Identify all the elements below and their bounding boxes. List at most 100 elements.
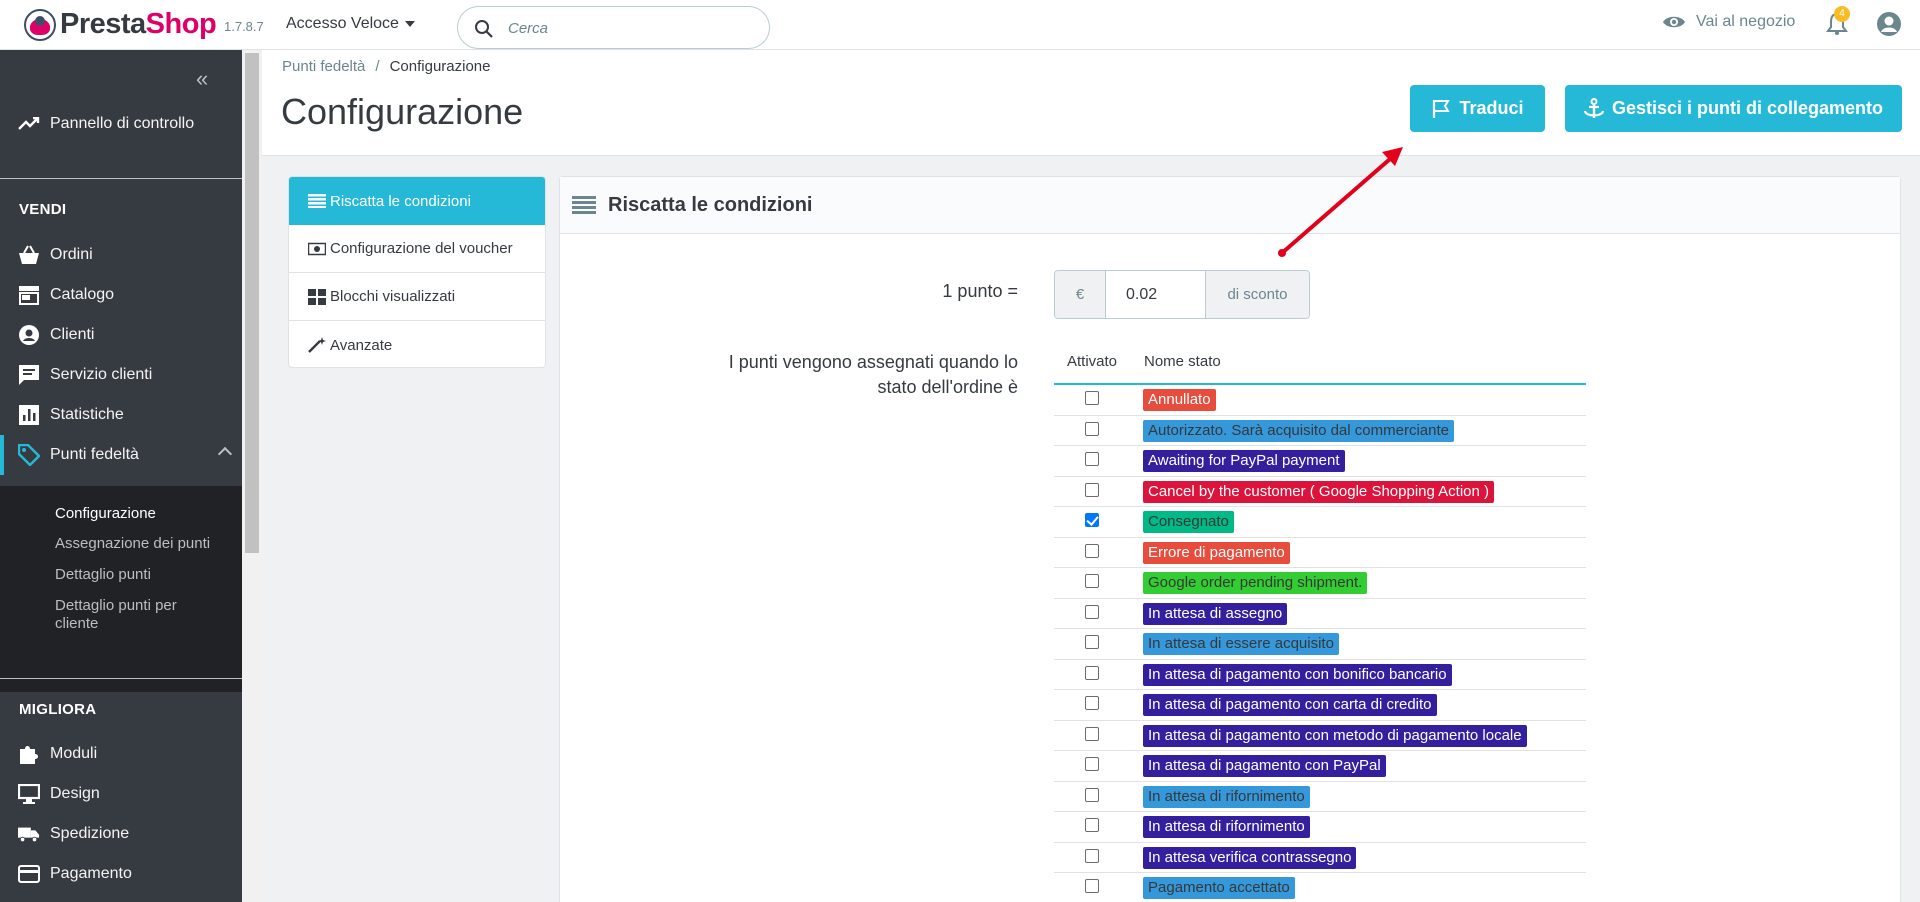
divider [0, 178, 242, 179]
translate-button[interactable]: Traduci [1410, 85, 1545, 132]
table-row: Google order pending shipment. [1054, 568, 1586, 599]
chevron-up-icon [217, 446, 233, 462]
status-checkbox[interactable] [1085, 879, 1099, 893]
breadcrumb-separator: / [375, 58, 380, 75]
config-tabs: Riscatta le condizioni Configurazione de… [288, 176, 546, 368]
notification-badge: 4 [1834, 6, 1850, 22]
sidebar-item-dashboard[interactable]: Pannello di controllo [0, 104, 242, 144]
collapse-sidebar-icon[interactable]: « [196, 66, 208, 92]
currency-addon: € [1055, 271, 1105, 318]
sidebar-item-customer-service[interactable]: Servizio clienti [0, 355, 242, 395]
view-shop-label: Vai al negozio [1696, 13, 1796, 30]
status-badge: In attesa di pagamento con bonifico banc… [1143, 663, 1452, 686]
sidebar-item-shipping[interactable]: Spedizione [0, 814, 242, 854]
breadcrumb: Punti fedeltà / Configurazione [282, 58, 490, 75]
status-badge: In attesa di pagamento con metodo di pag… [1143, 724, 1527, 747]
puffin-logo-icon [24, 8, 56, 41]
view-shop-link[interactable]: Vai al negozio [1662, 13, 1795, 31]
account-circle-icon [18, 324, 40, 346]
prestashop-logo[interactable]: PrestaShop [24, 8, 217, 41]
breadcrumb-parent[interactable]: Punti fedeltà [282, 58, 365, 75]
tab-redeem-conditions[interactable]: Riscatta le condizioni [289, 177, 545, 225]
status-badge: In attesa di rifornimento [1143, 816, 1310, 838]
sidebar-item-statistics[interactable]: Statistiche [0, 395, 242, 435]
table-row: In attesa di rifornimento [1054, 782, 1586, 812]
store-icon [18, 284, 40, 306]
status-checkbox[interactable] [1085, 787, 1099, 802]
status-checkbox[interactable] [1085, 635, 1099, 649]
status-badge: In attesa di rifornimento [1143, 785, 1310, 808]
sidebar-item-label: Ordini [50, 246, 93, 263]
submenu-item-points-detail[interactable]: Dettaglio punti [55, 566, 151, 583]
sidebar-item-label: Pagamento [50, 865, 132, 882]
table-row: In attesa di assegno [1054, 599, 1586, 629]
status-checkbox[interactable] [1085, 513, 1099, 527]
sidebar-item-modules[interactable]: Moduli [0, 734, 242, 774]
submenu-item-configuration[interactable]: Configurazione [55, 505, 156, 522]
search-box[interactable] [457, 6, 770, 49]
submenu-item-points-per-customer[interactable]: Dettaglio punti per [55, 597, 177, 614]
status-checkbox[interactable] [1085, 848, 1099, 863]
sidebar-scrollbar-thumb[interactable] [245, 53, 259, 553]
divider [0, 678, 242, 679]
sidebar-item-label: Catalogo [50, 286, 115, 303]
puzzle-icon [18, 743, 40, 765]
search-icon[interactable] [474, 19, 494, 39]
status-badge: In attesa di pagamento con carta di cred… [1143, 694, 1437, 716]
search-input[interactable] [508, 16, 748, 40]
table-row: In attesa di pagamento con PayPal [1054, 751, 1586, 782]
monitor-icon [18, 783, 40, 805]
sidebar-item-label: Pannello di controllo [50, 115, 195, 132]
status-checkbox[interactable] [1085, 452, 1099, 466]
sell-heading: VENDI [19, 201, 67, 218]
status-checkbox[interactable] [1085, 421, 1099, 436]
sidebar-item-orders[interactable]: Ordini [0, 235, 242, 275]
status-checkbox[interactable] [1085, 726, 1099, 741]
status-checkbox[interactable] [1085, 391, 1099, 405]
tab-voucher-config[interactable]: Configurazione del voucher [289, 225, 545, 273]
sidebar-item-payment[interactable]: Pagamento [0, 854, 242, 894]
table-row: Autorizzato. Sarà acquisito dal commerci… [1054, 416, 1586, 446]
table-row: Cancel by the customer ( Google Shopping… [1054, 477, 1586, 507]
column-status-name: Nome stato [1144, 353, 1221, 370]
top-header: PrestaShop 1.7.8.7 Accesso Veloce Vai al… [0, 0, 1920, 50]
status-badge: In attesa verifica contrassegno [1143, 846, 1357, 869]
sidebar-item-design[interactable]: Design [0, 774, 242, 814]
point-value-input[interactable] [1105, 271, 1206, 318]
quick-access-dropdown[interactable]: Accesso Veloce [286, 15, 415, 33]
sidebar-item-label: Design [50, 785, 100, 802]
tab-label: Blocchi visualizzati [330, 288, 456, 305]
submenu-item-points-per-customer-line2[interactable]: cliente [55, 615, 98, 632]
order-status-label-line2: stato dell'ordine è [877, 377, 1018, 397]
table-row: In attesa di pagamento con bonifico banc… [1054, 660, 1586, 690]
sidebar-item-catalog[interactable]: Catalogo [0, 275, 242, 315]
chat-icon [18, 364, 40, 386]
caret-down-icon [404, 20, 415, 27]
sidebar-item-loyalty[interactable]: Punti fedeltà [0, 435, 242, 475]
submenu-item-points-assignment[interactable]: Assegnazione dei punti [55, 535, 210, 552]
sidebar-item-label: Moduli [50, 745, 98, 762]
status-checkbox[interactable] [1085, 482, 1099, 497]
sidebar-item-customers[interactable]: Clienti [0, 315, 242, 355]
tag-icon [18, 444, 40, 466]
user-icon[interactable] [1876, 11, 1902, 37]
status-badge: Annullato [1143, 389, 1216, 411]
table-row: In attesa di pagamento con metodo di pag… [1054, 721, 1586, 751]
tab-displayed-blocks[interactable]: Blocchi visualizzati [289, 273, 545, 321]
status-checkbox[interactable] [1085, 543, 1099, 558]
discount-addon: di sconto [1206, 271, 1309, 318]
sidebar-item-label: Spedizione [50, 825, 130, 842]
status-checkbox[interactable] [1085, 574, 1099, 588]
status-checkbox[interactable] [1085, 604, 1099, 619]
quick-access-label: Accesso Veloce [286, 15, 399, 32]
bar-chart-icon [18, 404, 40, 426]
loyalty-submenu: Configurazione Assegnazione dei punti De… [0, 486, 242, 692]
tab-advanced[interactable]: Avanzate [289, 321, 545, 367]
status-checkbox[interactable] [1085, 665, 1099, 680]
list-icon [308, 194, 326, 208]
version-label: 1.7.8.7 [224, 19, 264, 34]
status-checkbox[interactable] [1085, 757, 1099, 771]
status-checkbox[interactable] [1085, 696, 1099, 710]
status-checkbox[interactable] [1085, 818, 1099, 832]
manage-hooks-button[interactable]: Gestisci i punti di collegamento [1565, 85, 1902, 132]
